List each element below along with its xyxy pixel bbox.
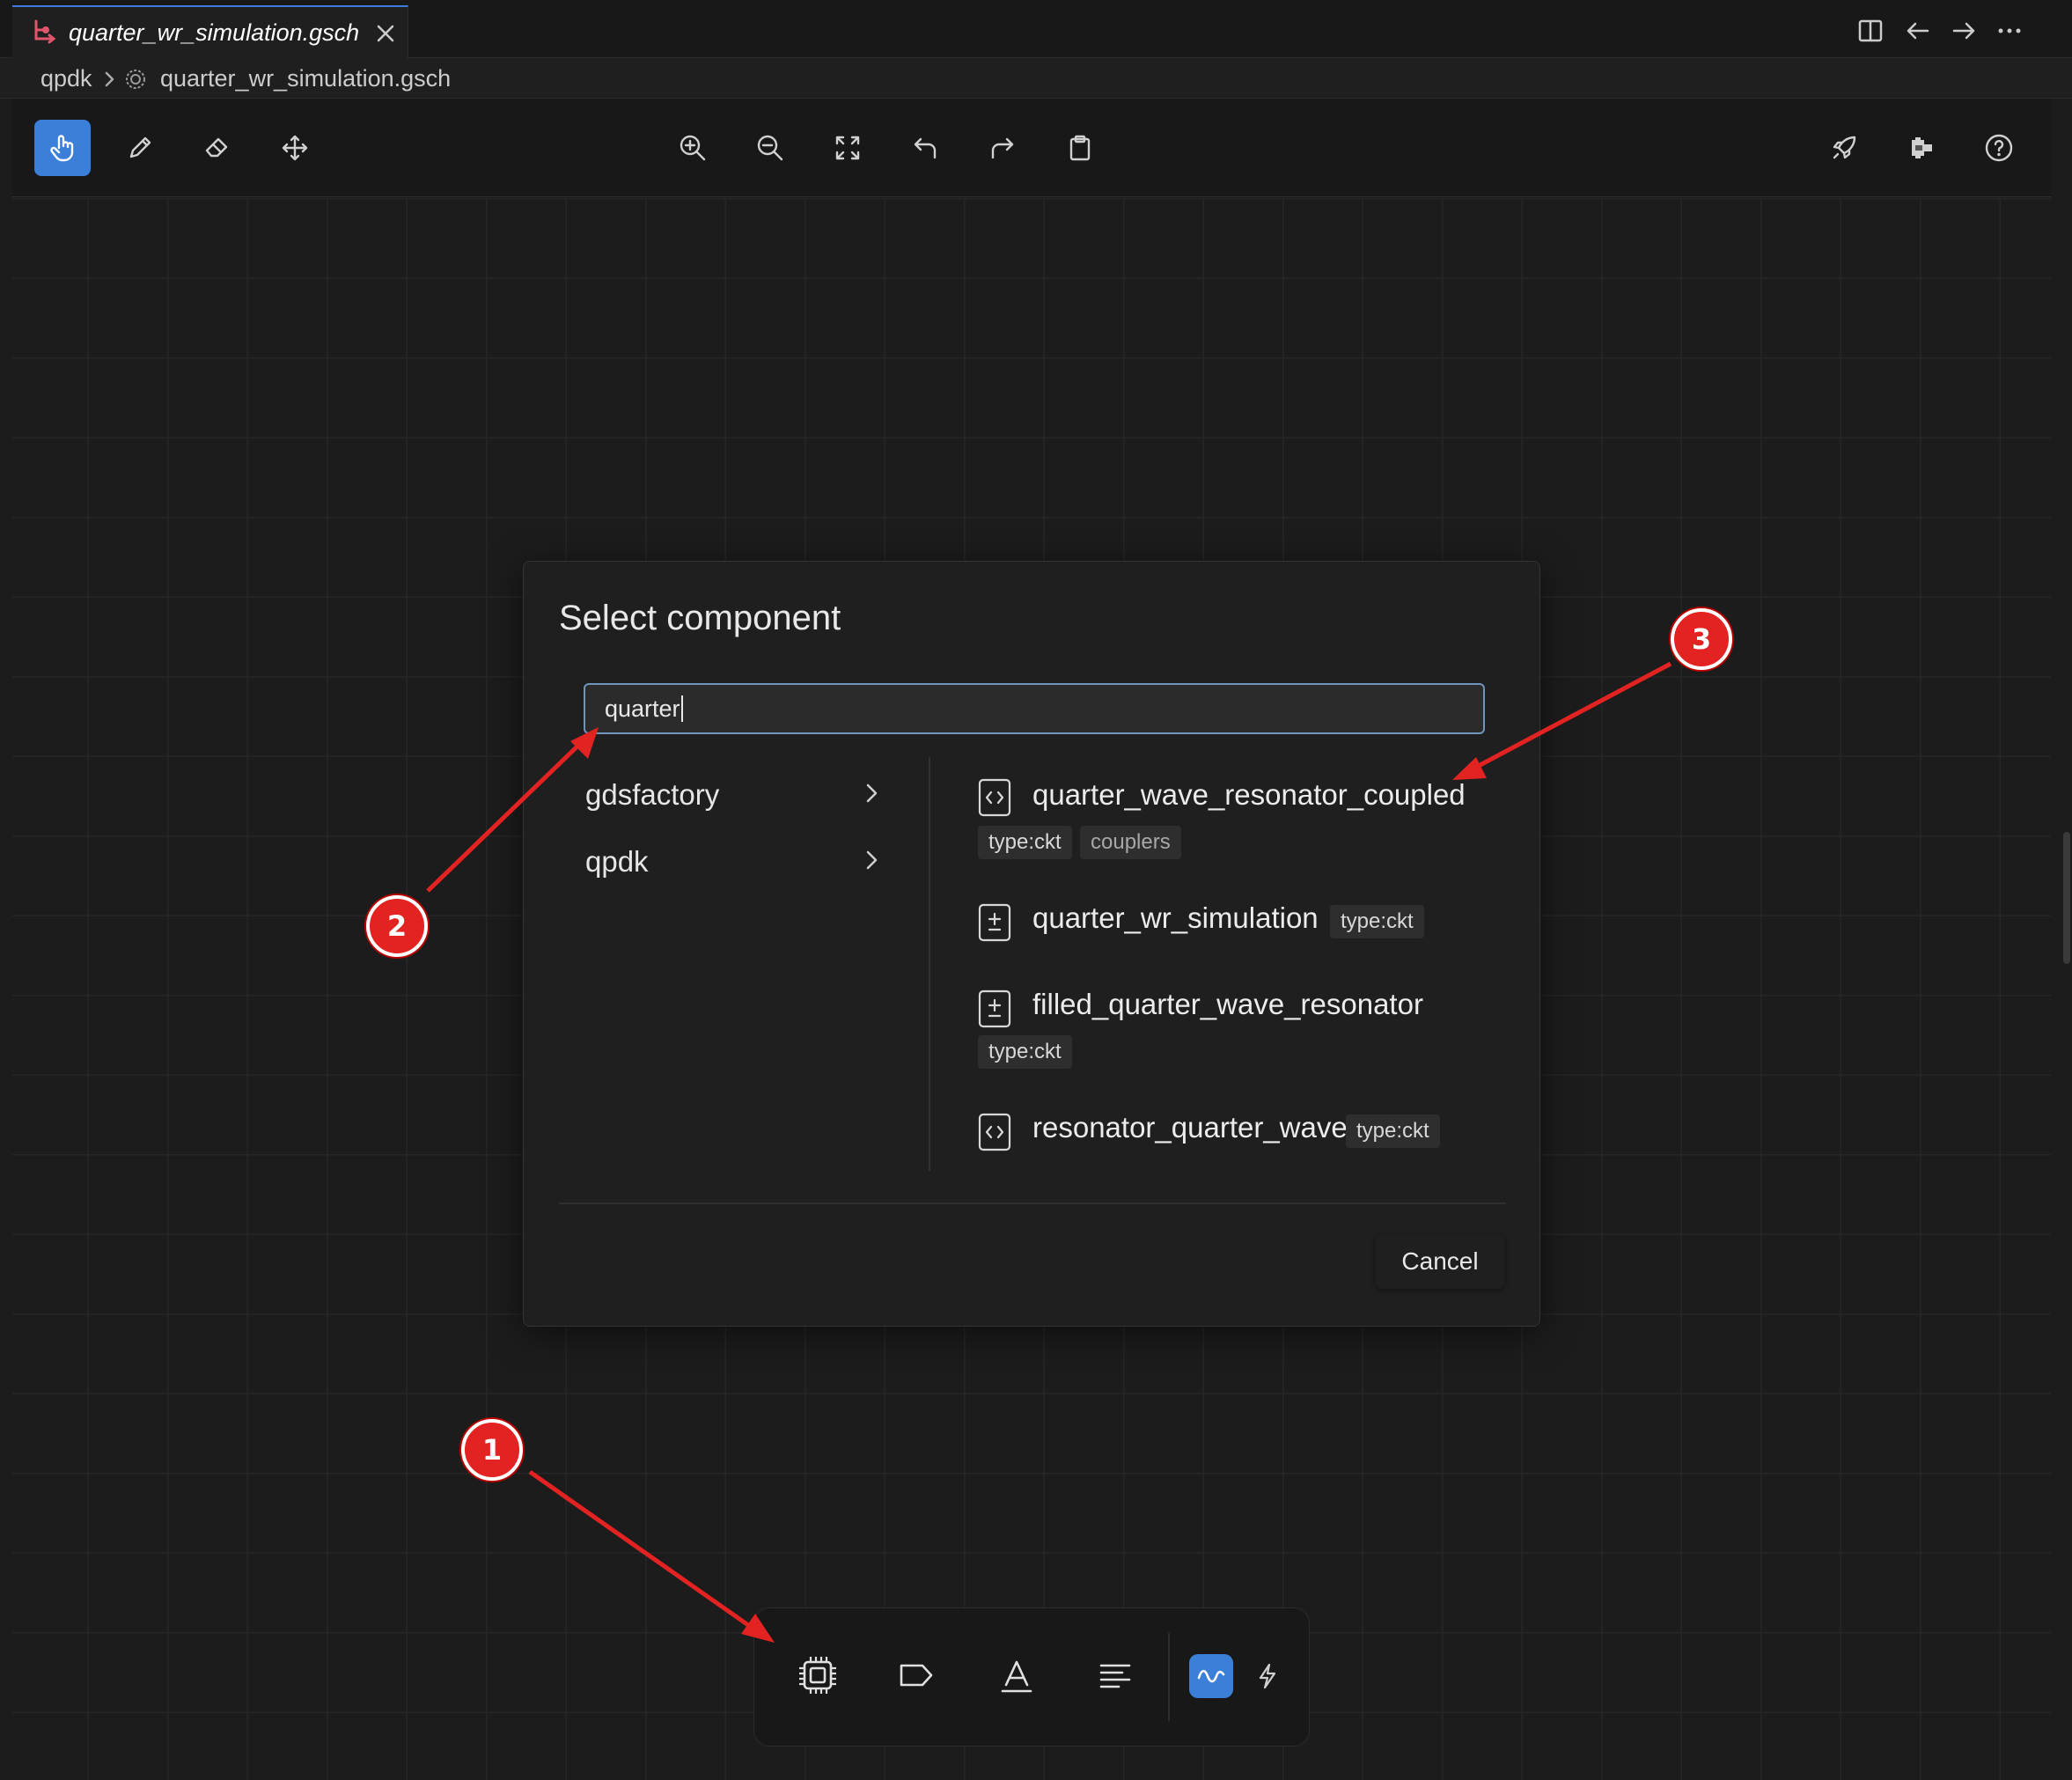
annotation-arrow-2 (426, 738, 586, 893)
annotation-arrow-3 (1472, 661, 1672, 771)
annotation-arrows (426, 661, 1672, 1643)
annotation-arrowhead-3 (1452, 757, 1487, 780)
annotation-arrowhead-1 (741, 1614, 775, 1643)
annotation-arrow-1 (528, 1469, 759, 1634)
annotation-badge-2: 2 (366, 895, 428, 957)
annotation-badge-3: 3 (1671, 608, 1732, 670)
annotation-arrowhead-2 (570, 727, 599, 759)
annotation-badge-1: 1 (461, 1419, 523, 1481)
